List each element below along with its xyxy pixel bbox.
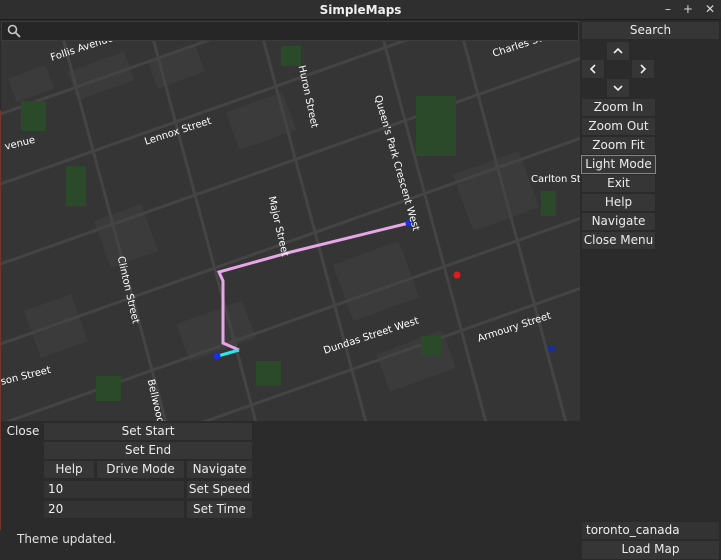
time-field[interactable]: 20 bbox=[43, 500, 185, 519]
map-name-field[interactable]: toronto_canada bbox=[581, 521, 720, 540]
panel-help-button[interactable]: Help bbox=[43, 460, 95, 479]
close-menu-button[interactable]: Close Menu bbox=[581, 231, 656, 250]
route-start-marker bbox=[213, 352, 221, 360]
set-start-button[interactable]: Set Start bbox=[43, 422, 253, 441]
street-label: Carlton Str bbox=[531, 174, 580, 185]
navigate-button[interactable]: Navigate bbox=[581, 212, 656, 231]
zoom-in-button[interactable]: Zoom In bbox=[581, 98, 656, 117]
chevron-left-icon bbox=[589, 64, 596, 74]
search-icon bbox=[7, 24, 21, 38]
minimize-button[interactable]: – bbox=[665, 2, 671, 16]
set-time-button[interactable]: Set Time bbox=[186, 500, 253, 519]
set-speed-button[interactable]: Set Speed bbox=[186, 480, 253, 499]
set-end-button[interactable]: Set End bbox=[43, 441, 253, 460]
window-edge bbox=[0, 110, 1, 530]
poi-marker bbox=[453, 271, 461, 279]
maximize-button[interactable]: + bbox=[683, 2, 693, 16]
zoom-out-button[interactable]: Zoom Out bbox=[581, 117, 656, 136]
load-map-button[interactable]: Load Map bbox=[581, 540, 720, 560]
drive-mode-button[interactable]: Drive Mode bbox=[96, 460, 185, 479]
pan-left-button[interactable] bbox=[581, 59, 605, 79]
search-bar bbox=[1, 21, 579, 41]
chevron-down-icon bbox=[613, 85, 623, 92]
close-panel-button[interactable]: Close bbox=[3, 422, 43, 441]
status-message: Theme updated. bbox=[17, 532, 116, 546]
pan-down-button[interactable] bbox=[606, 78, 630, 98]
close-window-button[interactable]: ✕ bbox=[705, 2, 715, 16]
chevron-right-icon bbox=[640, 64, 647, 74]
search-button[interactable]: Search bbox=[581, 21, 720, 40]
speed-field[interactable]: 10 bbox=[43, 480, 185, 499]
light-mode-button[interactable]: Light Mode bbox=[581, 155, 656, 174]
pan-right-button[interactable] bbox=[631, 59, 655, 79]
exit-button[interactable]: Exit bbox=[581, 174, 656, 193]
zoom-fit-button[interactable]: Zoom Fit bbox=[581, 136, 656, 155]
map-graphics bbox=[1, 41, 580, 421]
window-controls: – + ✕ bbox=[665, 2, 715, 16]
panel-navigate-button[interactable]: Navigate bbox=[186, 460, 253, 479]
title-bar: SimpleMaps – + ✕ bbox=[0, 0, 721, 20]
help-button[interactable]: Help bbox=[581, 193, 656, 212]
pan-up-button[interactable] bbox=[606, 41, 630, 61]
map-canvas[interactable]: Follis Avenue Charles St Huron Street Qu… bbox=[1, 41, 580, 421]
chevron-up-icon bbox=[613, 47, 623, 54]
window-title: SimpleMaps bbox=[319, 3, 402, 17]
search-input[interactable] bbox=[24, 23, 574, 39]
